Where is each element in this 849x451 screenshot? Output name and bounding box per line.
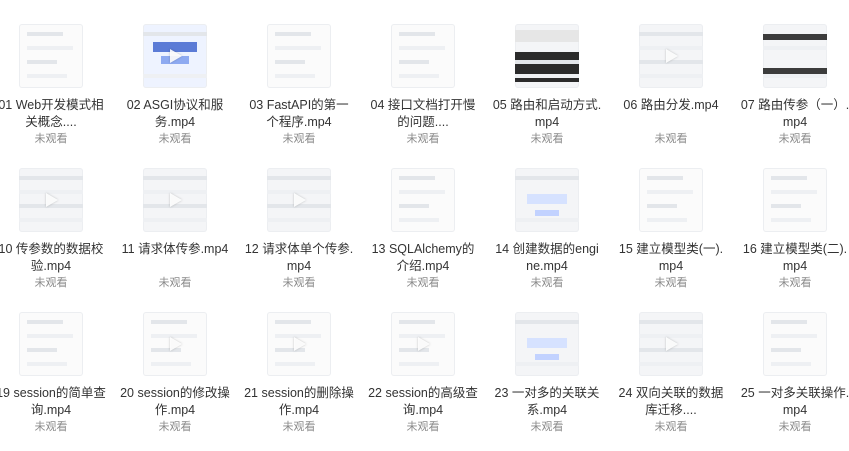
video-thumbnail[interactable]	[267, 24, 331, 88]
watch-status: 未观看	[282, 421, 316, 433]
video-title[interactable]: 06 路由分发.mp4	[616, 97, 726, 131]
video-thumbnail[interactable]	[763, 312, 827, 376]
watch-status: 未观看	[530, 421, 564, 433]
video-item[interactable]: 19 session的简单查询.mp4 未观看	[0, 312, 106, 434]
watch-status: 未观看	[406, 133, 440, 145]
watch-status: 未观看	[406, 421, 440, 433]
video-thumbnail[interactable]	[391, 168, 455, 232]
video-title[interactable]: 16 建立模型类(二).mp4	[740, 241, 849, 275]
video-title[interactable]: 04 接口文档打开慢的问题....	[368, 97, 478, 131]
watch-status: 未观看	[34, 133, 68, 145]
watch-status: 未观看	[654, 133, 688, 145]
video-title[interactable]: 19 session的简单查询.mp4	[0, 385, 106, 419]
video-thumbnail[interactable]	[515, 312, 579, 376]
video-thumbnail[interactable]	[143, 312, 207, 376]
play-icon	[294, 193, 306, 207]
video-thumbnail[interactable]	[267, 168, 331, 232]
video-title[interactable]: 20 session的修改操作.mp4	[120, 385, 230, 419]
video-item[interactable]: 03 FastAPI的第一个程序.mp4 未观看	[244, 24, 354, 146]
video-title[interactable]: 02 ASGI协议和服务.mp4	[120, 97, 230, 131]
video-thumbnail[interactable]	[515, 24, 579, 88]
watch-status: 未观看	[34, 421, 68, 433]
video-thumbnail[interactable]	[763, 24, 827, 88]
watch-status: 未观看	[530, 133, 564, 145]
watch-status: 未观看	[654, 277, 688, 289]
video-grid: 01 Web开发模式相关概念.... 未观看 02 ASGI协议和服务.mp4 …	[0, 0, 849, 451]
video-title[interactable]: 14 创建数据的engine.mp4	[492, 241, 602, 275]
video-thumbnail[interactable]	[515, 168, 579, 232]
video-title[interactable]: 24 双向关联的数据库迁移....	[616, 385, 726, 419]
video-thumbnail[interactable]	[143, 168, 207, 232]
video-item[interactable]: 01 Web开发模式相关概念.... 未观看	[0, 24, 106, 146]
play-icon	[170, 193, 182, 207]
video-title[interactable]: 03 FastAPI的第一个程序.mp4	[244, 97, 354, 131]
watch-status: 未观看	[158, 133, 192, 145]
video-title[interactable]: 12 请求体单个传参.mp4	[244, 241, 354, 275]
video-thumbnail[interactable]	[143, 24, 207, 88]
watch-status: 未观看	[530, 277, 564, 289]
watch-status: 未观看	[282, 277, 316, 289]
video-title[interactable]: 22 session的高级查询.mp4	[368, 385, 478, 419]
video-item[interactable]: 15 建立模型类(一).mp4 未观看	[616, 168, 726, 290]
play-icon	[294, 337, 306, 351]
video-item[interactable]: 06 路由分发.mp4 未观看	[616, 24, 726, 146]
video-title[interactable]: 10 传参数的数据校验.mp4	[0, 241, 106, 275]
watch-status: 未观看	[158, 421, 192, 433]
watch-status: 未观看	[282, 133, 316, 145]
play-icon	[170, 337, 182, 351]
play-icon	[46, 193, 58, 207]
video-title[interactable]: 11 请求体传参.mp4	[120, 241, 230, 275]
video-item[interactable]: 11 请求体传参.mp4 未观看	[120, 168, 230, 290]
video-thumbnail[interactable]	[267, 312, 331, 376]
video-item[interactable]: 16 建立模型类(二).mp4 未观看	[740, 168, 849, 290]
play-icon	[666, 49, 678, 63]
video-thumbnail[interactable]	[391, 24, 455, 88]
video-title[interactable]: 21 session的删除操作.mp4	[244, 385, 354, 419]
video-item[interactable]: 14 创建数据的engine.mp4 未观看	[492, 168, 602, 290]
video-thumbnail[interactable]	[19, 312, 83, 376]
video-item[interactable]: 20 session的修改操作.mp4 未观看	[120, 312, 230, 434]
video-title[interactable]: 13 SQLAlchemy的介绍.mp4	[368, 241, 478, 275]
video-item[interactable]: 05 路由和启动方式.mp4 未观看	[492, 24, 602, 146]
play-icon	[666, 337, 678, 351]
video-title[interactable]: 07 路由传参（一）.mp4	[740, 97, 849, 131]
video-title[interactable]: 25 一对多关联操作.mp4	[740, 385, 849, 419]
play-icon	[418, 337, 430, 351]
video-item[interactable]: 21 session的删除操作.mp4 未观看	[244, 312, 354, 434]
video-thumbnail[interactable]	[639, 312, 703, 376]
video-item[interactable]: 10 传参数的数据校验.mp4 未观看	[0, 168, 106, 290]
video-item[interactable]: 25 一对多关联操作.mp4 未观看	[740, 312, 849, 434]
video-item[interactable]: 13 SQLAlchemy的介绍.mp4 未观看	[368, 168, 478, 290]
play-icon	[170, 49, 182, 63]
video-thumbnail[interactable]	[19, 168, 83, 232]
watch-status: 未观看	[654, 421, 688, 433]
video-title[interactable]: 05 路由和启动方式.mp4	[492, 97, 602, 131]
video-item[interactable]: 22 session的高级查询.mp4 未观看	[368, 312, 478, 434]
watch-status: 未观看	[406, 277, 440, 289]
video-item[interactable]: 12 请求体单个传参.mp4 未观看	[244, 168, 354, 290]
video-title[interactable]: 23 一对多的关联关系.mp4	[492, 385, 602, 419]
video-thumbnail[interactable]	[639, 168, 703, 232]
watch-status: 未观看	[778, 421, 812, 433]
watch-status: 未观看	[778, 133, 812, 145]
watch-status: 未观看	[34, 277, 68, 289]
video-thumbnail[interactable]	[391, 312, 455, 376]
video-item[interactable]: 24 双向关联的数据库迁移.... 未观看	[616, 312, 726, 434]
video-item[interactable]: 07 路由传参（一）.mp4 未观看	[740, 24, 849, 146]
video-title[interactable]: 01 Web开发模式相关概念....	[0, 97, 106, 131]
video-thumbnail[interactable]	[639, 24, 703, 88]
video-item[interactable]: 04 接口文档打开慢的问题.... 未观看	[368, 24, 478, 146]
watch-status: 未观看	[778, 277, 812, 289]
video-item[interactable]: 23 一对多的关联关系.mp4 未观看	[492, 312, 602, 434]
video-title[interactable]: 15 建立模型类(一).mp4	[616, 241, 726, 275]
video-item[interactable]: 02 ASGI协议和服务.mp4 未观看	[120, 24, 230, 146]
video-thumbnail[interactable]	[763, 168, 827, 232]
watch-status: 未观看	[158, 277, 192, 289]
video-thumbnail[interactable]	[19, 24, 83, 88]
